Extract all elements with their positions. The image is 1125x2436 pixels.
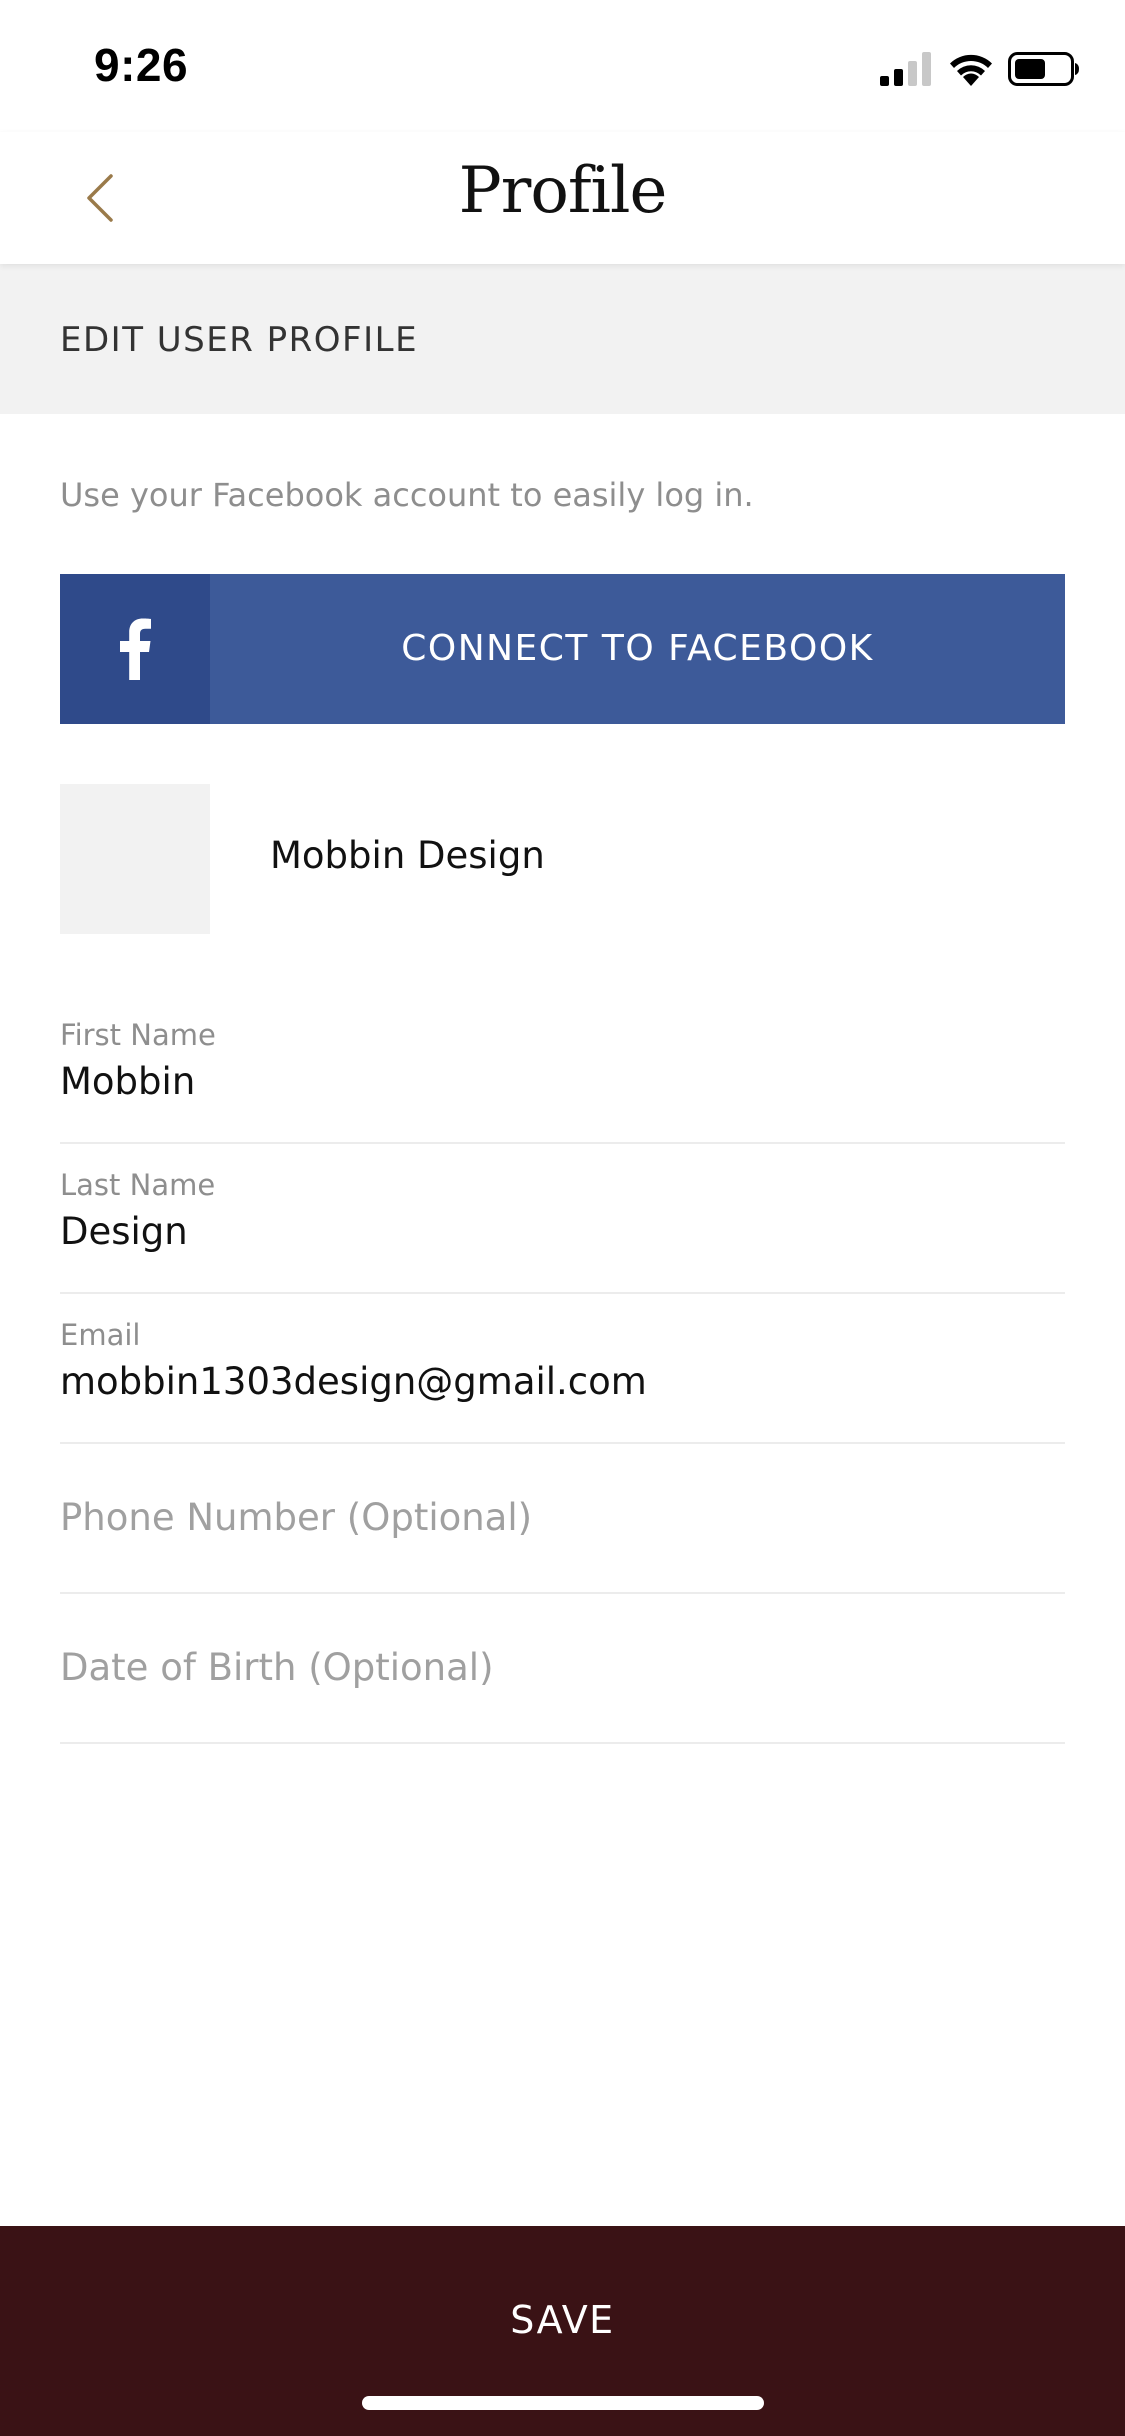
date-of-birth-input[interactable]: [60, 1594, 1065, 1740]
facebook-icon: [120, 618, 151, 680]
first-name-value[interactable]: Mobbin: [60, 1060, 1065, 1103]
email-value[interactable]: mobbin1303design@gmail.com: [60, 1360, 1065, 1403]
cellular-signal-icon: [880, 52, 931, 86]
status-bar: 9:26: [0, 0, 1125, 132]
phone-number-input[interactable]: [60, 1444, 1065, 1590]
first-name-field[interactable]: First Name Mobbin: [60, 994, 1065, 1144]
home-indicator[interactable]: [362, 2396, 764, 2410]
last-name-field[interactable]: Last Name Design: [60, 1144, 1065, 1294]
date-of-birth-field[interactable]: [60, 1594, 1065, 1744]
email-field[interactable]: Email mobbin1303design@gmail.com: [60, 1294, 1065, 1444]
avatar[interactable]: [60, 784, 210, 934]
page-title: Profile: [458, 154, 668, 228]
connect-facebook-label: CONNECT TO FACEBOOK: [401, 628, 874, 669]
facebook-icon-box: [60, 574, 210, 724]
last-name-value[interactable]: Design: [60, 1210, 1065, 1253]
battery-icon: [1008, 52, 1079, 86]
nav-bar: Profile: [0, 132, 1125, 264]
section-header: EDIT USER PROFILE: [0, 264, 1125, 414]
phone-number-field[interactable]: [60, 1444, 1065, 1594]
last-name-label: Last Name: [60, 1168, 216, 1202]
email-label: Email: [60, 1318, 141, 1352]
section-header-label: EDIT USER PROFILE: [60, 320, 419, 360]
profile-display-name: Mobbin Design: [270, 834, 545, 877]
first-name-label: First Name: [60, 1018, 216, 1052]
facebook-hint-text: Use your Facebook account to easily log …: [60, 476, 754, 514]
save-button-label: SAVE: [510, 2298, 615, 2342]
connect-facebook-button[interactable]: CONNECT TO FACEBOOK: [60, 574, 1065, 724]
status-time: 9:26: [94, 39, 189, 91]
wifi-icon: [950, 54, 992, 86]
